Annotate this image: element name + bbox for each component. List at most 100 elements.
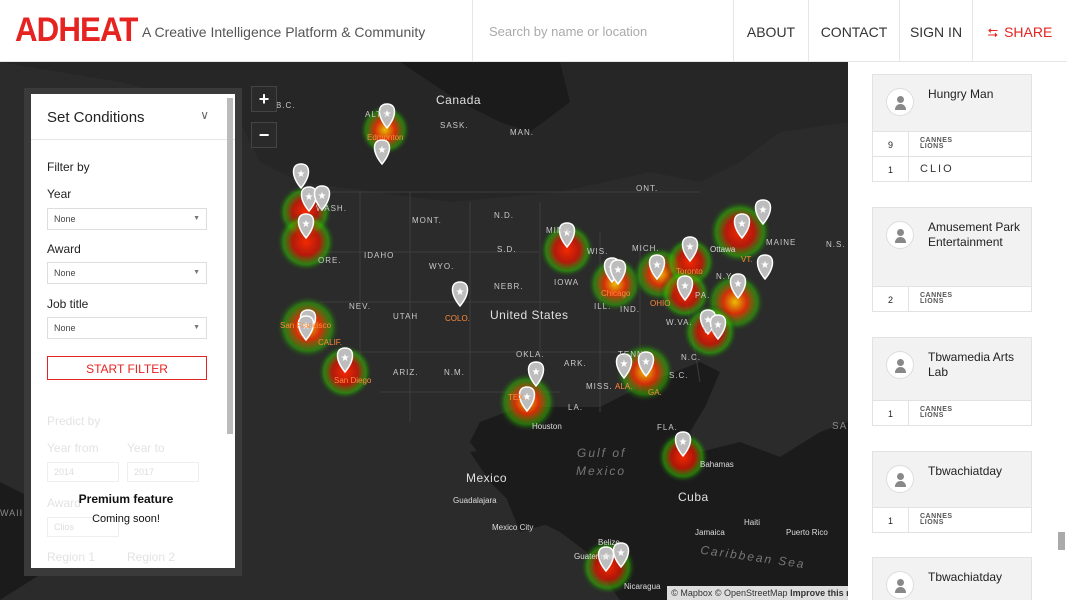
label-cuba: Cuba xyxy=(678,490,709,504)
label-tex: TEX. xyxy=(508,393,526,402)
label-wash: WASH. xyxy=(316,204,347,213)
panel-header[interactable]: Set Conditions ∨ xyxy=(31,94,235,140)
label-ariz: ARIZ. xyxy=(393,368,419,377)
clio-logo: CLIO xyxy=(920,163,954,175)
result-name[interactable]: Tbwachiatday xyxy=(928,570,1028,585)
results-panel: Hungry Man 9 CANNES LIONS 1 CLIO Amusemen… xyxy=(848,62,1067,600)
label-tenn: TENN. xyxy=(618,350,647,359)
nav-contact[interactable]: CONTACT xyxy=(809,0,900,62)
year-from-select: 2014 xyxy=(47,462,119,482)
label-gulf-mexico: Mexico xyxy=(576,464,627,478)
label-nm: N.M. xyxy=(444,368,465,377)
label-san-diego: San Diego xyxy=(334,376,372,385)
label-idaho: IDAHO xyxy=(364,251,395,260)
award-count: 2 xyxy=(873,287,909,312)
label-ill: ILL. xyxy=(594,302,612,311)
panel-title: Set Conditions xyxy=(47,109,145,126)
label-haiti: Haiti xyxy=(744,518,761,527)
result-name[interactable]: Amusement Park Entertainment xyxy=(928,220,1028,250)
year-select[interactable]: None ▼ xyxy=(47,208,207,230)
label-wva: W.VA. xyxy=(666,318,693,327)
map-marker-star-icon: ★ xyxy=(620,359,629,370)
adheat-logo[interactable]: ADHEAT xyxy=(15,12,138,48)
label-edge-waii: WAII xyxy=(0,508,24,518)
job-title-select-value: None xyxy=(54,323,76,333)
label-ark: ARK. xyxy=(564,359,587,368)
year-label: Year xyxy=(47,187,72,201)
map-marker-star-icon: ★ xyxy=(617,548,626,559)
caret-down-icon: ▼ xyxy=(193,215,200,222)
job-title-select[interactable]: None ▼ xyxy=(47,317,207,339)
attr-mapbox[interactable]: © Mapbox xyxy=(671,588,712,598)
label-pa: PA. xyxy=(695,291,711,300)
nav-sign-in[interactable]: SIGN IN xyxy=(900,0,973,62)
result-card[interactable]: Amusement Park Entertainment 2 CANNES LIO… xyxy=(872,207,1032,312)
year-to-label: Year to xyxy=(127,441,165,455)
avatar-icon xyxy=(886,221,914,249)
region-1-label: Region 1 xyxy=(47,550,96,564)
label-ala: ALA. xyxy=(615,382,633,391)
result-name[interactable]: Tbwamedia Arts Lab xyxy=(928,350,1028,380)
panel-scrollbar[interactable] xyxy=(227,98,233,434)
label-vt: VT. xyxy=(741,255,753,264)
start-filter-button[interactable]: START FILTER xyxy=(47,356,207,380)
map-marker-star-icon: ★ xyxy=(302,219,311,230)
results-scrollbar[interactable] xyxy=(1058,532,1065,550)
award-row: 1 CANNES LIONS xyxy=(873,400,1031,426)
label-toronto: Toronto xyxy=(676,267,703,276)
map-marker-star-icon: ★ xyxy=(532,367,541,378)
result-card[interactable]: Tbwachiatday 1 CANNES LIONS xyxy=(872,451,1032,533)
share-button[interactable]: ⮀ SHARE xyxy=(973,0,1067,62)
nav-about[interactable]: ABOUT xyxy=(734,0,809,62)
award-row: 2 CANNES LIONS xyxy=(873,286,1031,312)
label-ny: N.Y. xyxy=(716,272,735,281)
map-marker-star-icon: ★ xyxy=(456,287,465,298)
attr-osm[interactable]: © OpenStreetMap xyxy=(715,588,788,598)
award-count: 1 xyxy=(873,157,909,182)
premium-feature-title: Premium feature xyxy=(78,492,174,506)
card-header: Tbwachiatday xyxy=(873,452,1031,507)
award-select[interactable]: None ▼ xyxy=(47,262,207,284)
tagline: A Creative Intelligence Platform & Commu… xyxy=(142,24,426,40)
label-ont: ONT. xyxy=(636,184,659,193)
cannes-lions-logo: CANNES LIONS xyxy=(920,137,953,150)
label-fla: FLA. xyxy=(657,423,678,432)
label-san-francisco: San Francisco xyxy=(280,321,332,330)
share-label: SHARE xyxy=(1004,24,1053,40)
label-puerto-rico: Puerto Rico xyxy=(786,528,828,537)
zoom-in-button[interactable]: + xyxy=(251,86,277,112)
label-mont: MONT. xyxy=(412,216,442,225)
label-alta: ALTA. xyxy=(365,110,392,119)
year-from-label: Year from xyxy=(47,441,99,455)
label-ottawa: Ottawa xyxy=(710,245,736,254)
label-minn: MINN. xyxy=(546,226,574,235)
label-nicaragua: Nicaragua xyxy=(624,582,661,591)
zoom-out-button[interactable]: − xyxy=(251,122,277,148)
result-name[interactable]: Hungry Man xyxy=(928,87,1028,102)
award-count: 1 xyxy=(873,508,909,533)
result-card[interactable]: Tbwachiatday xyxy=(872,557,1032,600)
map-marker-star-icon: ★ xyxy=(305,192,314,203)
award-label: Award xyxy=(47,242,81,256)
map-marker-star-icon: ★ xyxy=(614,265,623,276)
year-to-select: 2017 xyxy=(127,462,199,482)
job-title-label: Job title xyxy=(47,297,89,311)
chevron-down-icon[interactable]: ∨ xyxy=(200,108,209,122)
label-gulf-of: Gulf of xyxy=(577,446,627,460)
result-card[interactable]: Tbwamedia Arts Lab 1 CANNES LIONS xyxy=(872,337,1032,426)
map-marker-star-icon: ★ xyxy=(681,281,690,292)
avatar-icon xyxy=(886,571,914,599)
award-select-value: None xyxy=(54,268,76,278)
search-input[interactable]: Search by name or location xyxy=(472,0,734,62)
year-select-value: None xyxy=(54,214,76,224)
label-utah: UTAH xyxy=(393,312,419,321)
label-sc: S.C. xyxy=(669,371,689,380)
predict-by-label: Predict by xyxy=(47,414,101,428)
label-man: MAN. xyxy=(510,128,534,137)
map-marker-star-icon: ★ xyxy=(686,242,695,253)
label-nd: N.D. xyxy=(494,211,514,220)
premium-feature-subtitle: Coming soon! xyxy=(92,513,160,525)
result-name[interactable]: Tbwachiatday xyxy=(928,464,1028,479)
label-edmonton: Edmonton xyxy=(367,133,404,142)
result-card[interactable]: Hungry Man 9 CANNES LIONS 1 CLIO xyxy=(872,74,1032,182)
